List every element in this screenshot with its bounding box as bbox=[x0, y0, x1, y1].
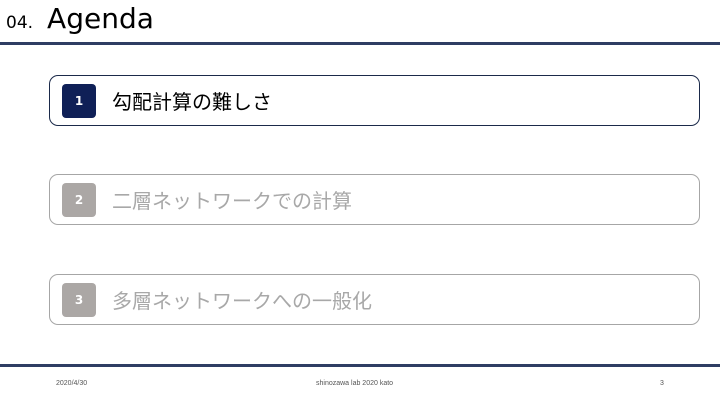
header-divider bbox=[0, 42, 720, 45]
agenda-item-3: 3 多層ネットワークへの一般化 bbox=[49, 274, 700, 325]
agenda-number-badge: 3 bbox=[62, 282, 96, 317]
footer-divider bbox=[0, 364, 720, 367]
agenda-number-badge: 2 bbox=[62, 182, 96, 217]
page-title: Agenda bbox=[47, 2, 154, 35]
agenda-number-badge: 1 bbox=[62, 83, 96, 118]
agenda-item-2: 2 二層ネットワークでの計算 bbox=[49, 174, 700, 225]
footer-date: 2020/4/30 bbox=[56, 380, 88, 387]
agenda-item-label: 勾配計算の難しさ bbox=[112, 90, 272, 114]
page-number: 3 bbox=[660, 380, 664, 387]
agenda-item-label: 二層ネットワークでの計算 bbox=[112, 189, 352, 213]
section-number: 04. bbox=[6, 13, 34, 33]
slide-title: 04. Agenda bbox=[6, 2, 154, 40]
agenda-item-label: 多層ネットワークへの一般化 bbox=[112, 289, 372, 313]
agenda-item-1: 1 勾配計算の難しさ bbox=[49, 75, 700, 126]
footer-author: shinozawa lab 2020 kato bbox=[316, 380, 394, 387]
